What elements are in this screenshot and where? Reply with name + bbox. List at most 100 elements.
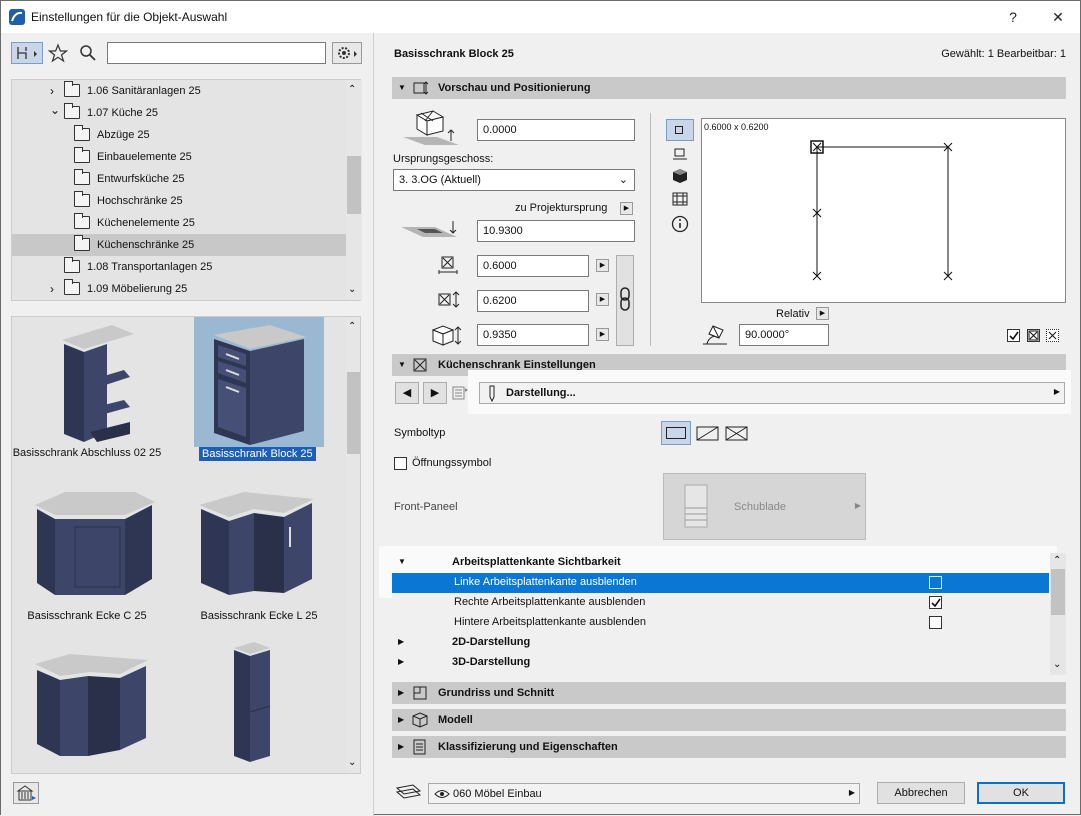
tree-item[interactable]: Küchenelemente 25 xyxy=(12,212,346,234)
tree-item[interactable]: › 1.06 Sanitäranlagen 25 xyxy=(12,80,346,102)
scroll-down-icon[interactable]: ⌄ xyxy=(348,284,356,295)
opening-symbol-label: Öffnungssymbol xyxy=(412,457,492,469)
mirror-y-checkbox[interactable] xyxy=(1046,329,1059,342)
param-group-row[interactable]: ▶ 3D-Darstellung xyxy=(392,653,1049,673)
collapse-arrow-icon[interactable]: ▼ xyxy=(398,354,406,376)
hide-back-edge-checkbox[interactable] xyxy=(929,616,942,629)
opening-symbol-checkbox[interactable] xyxy=(394,457,407,470)
search-input[interactable] xyxy=(107,42,326,64)
tree-item[interactable]: Abzüge 25 xyxy=(12,124,346,146)
thumb-item[interactable]: Basisschrank Abschluss 02 25 xyxy=(12,317,162,477)
tree-item[interactable]: 1.08 Transportanlagen 25 xyxy=(12,256,346,278)
width-field[interactable]: 0.6000 xyxy=(477,255,589,277)
thumbs-scrollbar[interactable]: ⌃ ⌄ xyxy=(346,317,360,773)
close-button[interactable]: ✕ xyxy=(1043,5,1073,29)
param-scrollbar[interactable]: ⌃ ⌄ xyxy=(1050,553,1066,675)
depth-arrow-button[interactable]: ▶ xyxy=(596,293,609,306)
preview-canvas[interactable]: 0.6000 x 0.6200 xyxy=(701,118,1066,303)
tree-item[interactable]: Einbauelemente 25 xyxy=(12,146,346,168)
info-icon[interactable] xyxy=(671,215,689,233)
prev-page-button[interactable]: ◀ xyxy=(395,382,419,404)
tree-item[interactable]: Entwurfsküche 25 xyxy=(12,168,346,190)
tree-scrollbar[interactable]: ⌃ ⌄ xyxy=(346,80,362,300)
front-panel-selector[interactable]: Schublade ▶ xyxy=(663,473,866,540)
search-icon[interactable] xyxy=(78,43,98,63)
elevation-view-icon[interactable] xyxy=(671,191,689,207)
param-group-row[interactable]: ▶ 2D-Darstellung xyxy=(392,633,1049,653)
favorites-star-icon[interactable] xyxy=(48,43,68,63)
thumb-item[interactable]: Basisschrank Ecke L 25 xyxy=(184,487,334,647)
mirror-x-checkbox[interactable] xyxy=(1027,329,1040,342)
section-classification-header[interactable]: ▶ Klassifizierung und Eigenschaften xyxy=(392,736,1066,758)
tree-item[interactable]: › 1.09 Möbelierung 25 xyxy=(12,278,346,300)
param-group-row[interactable]: ▼ Arbeitsplattenkante Sichtbarkeit xyxy=(392,553,1049,573)
collapse-arrow-icon[interactable]: ⌄ xyxy=(50,99,60,121)
thumb-item[interactable] xyxy=(184,642,334,773)
height-field[interactable]: 0.9350 xyxy=(477,324,589,346)
param-row[interactable]: Hintere Arbeitsplattenkante ausblenden xyxy=(392,613,1049,633)
expand-arrow-icon[interactable]: ▶ xyxy=(398,682,404,704)
cancel-button[interactable]: Abbrechen xyxy=(877,782,965,804)
symbol-type-cross-icon[interactable] xyxy=(724,424,750,444)
scroll-thumb[interactable] xyxy=(347,156,361,214)
hide-right-edge-checkbox[interactable] xyxy=(929,596,942,609)
scroll-up-icon[interactable]: ⌃ xyxy=(348,84,356,95)
scroll-thumb[interactable] xyxy=(347,372,360,454)
expand-arrow-icon[interactable]: ▶ xyxy=(398,736,404,758)
plan-view-button[interactable] xyxy=(666,119,694,141)
relativ-button[interactable]: ▶ xyxy=(816,307,829,320)
section-title: Grundriss und Schnitt xyxy=(438,687,555,699)
scroll-down-icon[interactable]: ⌄ xyxy=(348,757,356,768)
origin-story-select[interactable]: 3. 3.OG (Aktuell) ⌄ xyxy=(393,169,635,191)
rotation-angle-field[interactable]: 90.0000° xyxy=(739,324,829,346)
collapse-arrow-icon[interactable]: ▼ xyxy=(398,77,406,99)
page-selector[interactable]: Darstellung... ▶ xyxy=(479,382,1065,404)
proportion-lock-button[interactable] xyxy=(616,255,634,346)
symbol-type-diagonal-icon[interactable] xyxy=(695,424,721,444)
expand-arrow-icon[interactable]: ▶ xyxy=(398,657,404,666)
param-label: Linke Arbeitsplattenkante ausblenden xyxy=(454,576,637,588)
library-mode-button[interactable] xyxy=(11,42,43,64)
side-view-icon[interactable] xyxy=(672,146,688,162)
thumb-label: Basisschrank Abschluss 02 25 xyxy=(12,447,162,459)
next-page-button[interactable]: ▶ xyxy=(423,382,447,404)
tree-item[interactable]: Hochschränke 25 xyxy=(12,190,346,212)
section-preview-header[interactable]: ▼ Vorschau und Positionierung xyxy=(392,77,1066,99)
scroll-up-icon[interactable]: ⌃ xyxy=(1053,555,1061,566)
scroll-up-icon[interactable]: ⌃ xyxy=(348,321,356,332)
help-button[interactable]: ? xyxy=(998,5,1028,29)
ok-button[interactable]: OK xyxy=(977,782,1065,804)
param-row[interactable]: Rechte Arbeitsplattenkante ausblenden xyxy=(392,593,1049,613)
hide-left-edge-checkbox[interactable] xyxy=(929,576,942,589)
tree-item-selected[interactable]: Küchenschränke 25 xyxy=(12,234,346,256)
param-row-selected[interactable]: Linke Arbeitsplattenkante ausblenden xyxy=(392,573,1049,593)
settings-gear-button[interactable] xyxy=(332,42,362,64)
thumb-item-selected[interactable] xyxy=(194,317,324,447)
symbol-type-plain-button[interactable] xyxy=(661,421,691,445)
selection-info: Gewählt: 1 Bearbeitbar: 1 xyxy=(941,48,1066,60)
height-arrow-button[interactable]: ▶ xyxy=(596,328,609,341)
layer-selector[interactable]: 060 Möbel Einbau ▶ xyxy=(428,783,860,804)
3d-view-icon[interactable] xyxy=(672,168,688,184)
expand-arrow-icon[interactable]: ▶ xyxy=(398,637,404,646)
thumb-item[interactable] xyxy=(12,652,162,773)
thumb-item[interactable]: Basisschrank Ecke C 25 xyxy=(12,487,162,647)
project-elevation-field[interactable]: 10.9300 xyxy=(477,220,635,242)
collapse-arrow-icon[interactable]: ▼ xyxy=(398,557,406,566)
section-plan-header[interactable]: ▶ Grundriss und Schnitt xyxy=(392,682,1066,704)
scroll-thumb[interactable] xyxy=(1051,569,1065,615)
list-page-icon[interactable] xyxy=(452,385,470,401)
elevation-field[interactable]: 0.0000 xyxy=(477,119,635,141)
mirror-off-checkbox[interactable] xyxy=(1007,329,1020,342)
library-manager-button[interactable] xyxy=(13,782,39,804)
section-model-header[interactable]: ▶ Modell xyxy=(392,709,1066,731)
width-arrow-button[interactable]: ▶ xyxy=(596,259,609,272)
layer-icon xyxy=(395,784,422,799)
scroll-down-icon[interactable]: ⌄ xyxy=(1053,659,1061,670)
expand-arrow-icon[interactable]: › xyxy=(50,278,54,300)
to-project-origin-button[interactable]: ▶ xyxy=(620,202,633,215)
tree-item[interactable]: ⌄ 1.07 Küche 25 xyxy=(12,102,346,124)
chevron-right-icon: ▶ xyxy=(854,501,861,510)
expand-arrow-icon[interactable]: ▶ xyxy=(398,709,404,731)
depth-field[interactable]: 0.6200 xyxy=(477,290,589,312)
